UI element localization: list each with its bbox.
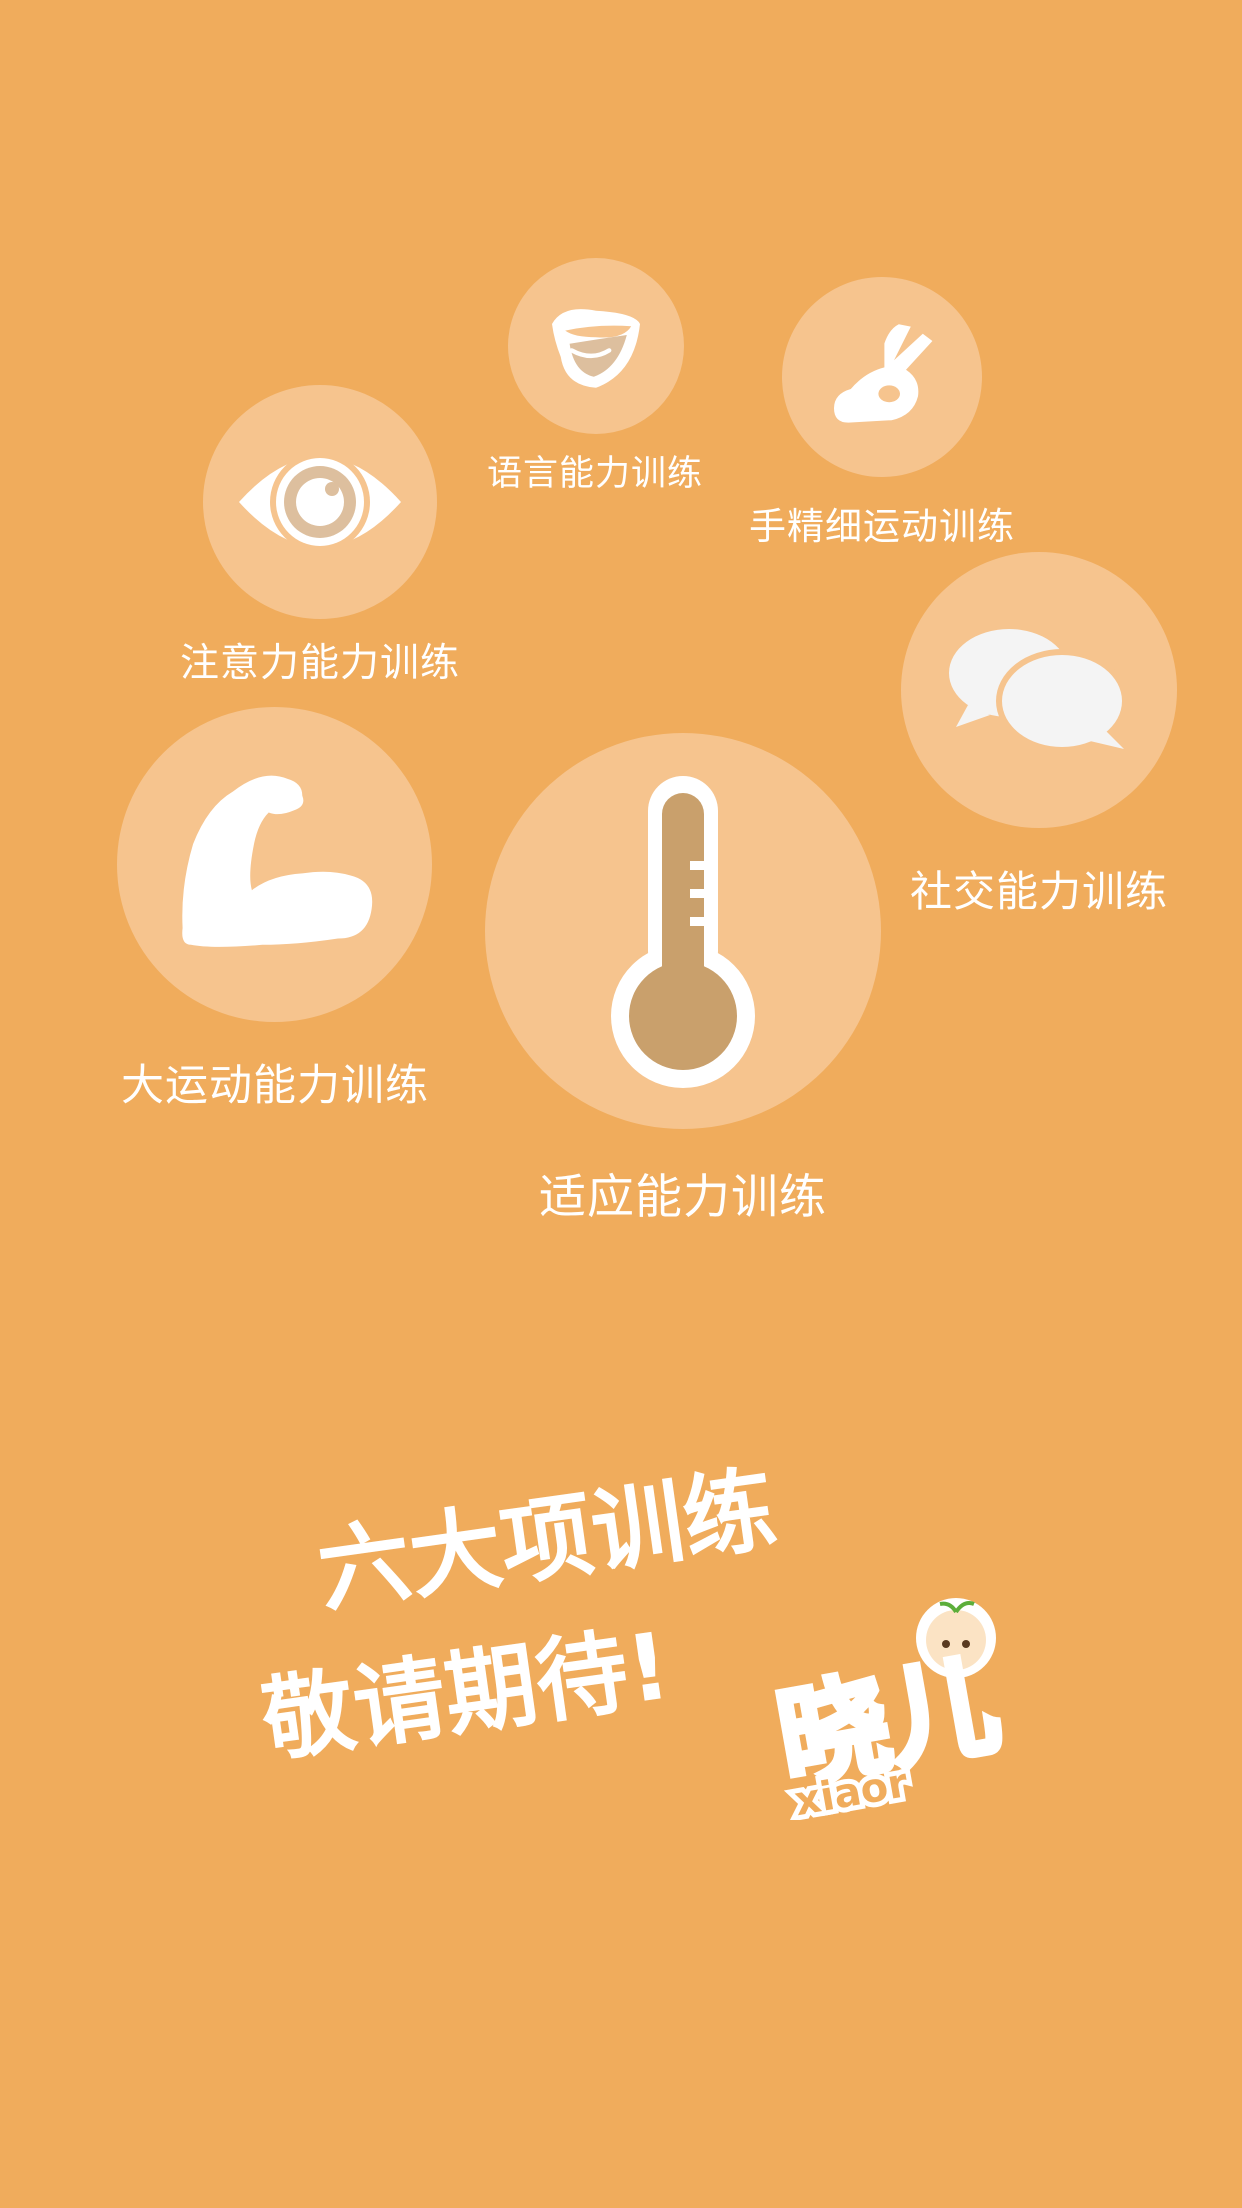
lips-icon <box>552 309 640 388</box>
training-attention-label: 注意力能力训练 <box>179 641 461 686</box>
training-gross-motor-label: 大运动能力训练 <box>121 1061 429 1111</box>
training-adaptation-label: 适应能力训练 <box>539 1170 827 1225</box>
flexed-arm-icon <box>181 775 372 947</box>
training-fine-motor-label: 手精细运动训练 <box>749 505 1015 548</box>
training-adaptation-button[interactable] <box>485 733 881 1129</box>
training-language-label: 语言能力训练 <box>486 454 704 494</box>
training-language-button[interactable] <box>508 258 684 434</box>
training-fine-motor-button[interactable] <box>782 277 982 477</box>
training-social-button[interactable] <box>901 552 1177 828</box>
eye-icon <box>239 452 401 552</box>
ok-hand-icon <box>834 324 933 423</box>
training-social-label: 社交能力训练 <box>909 867 1169 916</box>
thermometer-icon <box>611 776 755 1088</box>
training-attention-button[interactable] <box>203 385 437 619</box>
slogan-line-2: 敬请期待! <box>255 1612 677 1776</box>
training-gross-motor-button[interactable] <box>117 707 432 1022</box>
slogan-line-1: 六大项训练 <box>311 1455 783 1626</box>
brand-logo: 晓儿 xiaor <box>766 1590 1011 1830</box>
chat-bubbles-icon <box>949 629 1128 753</box>
